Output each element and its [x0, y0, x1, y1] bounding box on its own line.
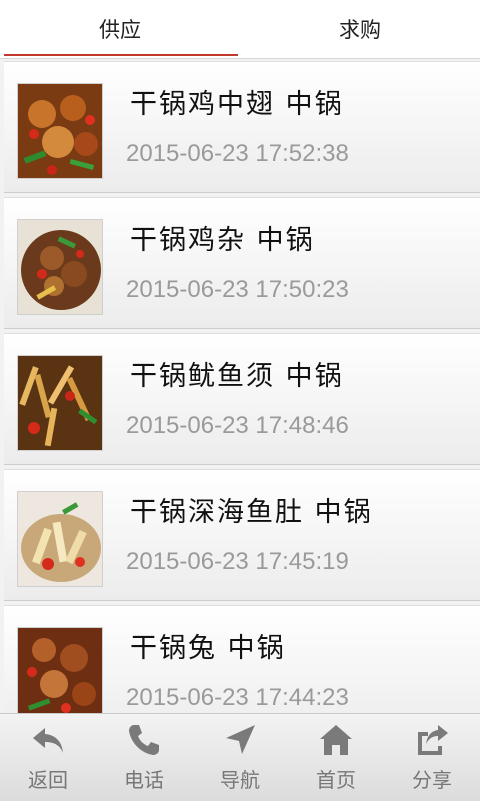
nav-home-label: 首页	[316, 768, 356, 792]
nav-phone-button[interactable]: 电话	[96, 714, 192, 801]
nav-navigation-label: 导航	[220, 768, 260, 792]
navigation-icon	[226, 725, 255, 754]
nav-share-button[interactable]: 分享	[384, 714, 480, 801]
nav-home-button[interactable]: 首页	[288, 714, 384, 801]
food-thumbnail	[17, 83, 103, 179]
item-title: 干锅鸡中翅 中锅	[130, 89, 344, 120]
tab-purchase[interactable]: 求购	[240, 0, 480, 58]
phone-icon	[129, 725, 159, 755]
food-thumbnail	[17, 491, 103, 587]
item-date: 2015-06-23 17:44:23	[126, 684, 349, 711]
nav-share-label: 分享	[412, 768, 452, 792]
home-icon	[320, 725, 352, 755]
list-item[interactable]: 干锅兔 中锅 2015-06-23 17:44:23	[4, 605, 480, 713]
item-date: 2015-06-23 17:50:23	[126, 276, 349, 303]
food-thumbnail	[17, 627, 103, 713]
list-item[interactable]: 干锅鸡杂 中锅 2015-06-23 17:50:23	[4, 197, 480, 329]
nav-back-label: 返回	[28, 768, 68, 792]
tab-supply[interactable]: 供应	[0, 0, 240, 58]
item-title: 干锅鱿鱼须 中锅	[130, 361, 344, 392]
product-list[interactable]: 干锅鸡中翅 中锅 2015-06-23 17:52:38 干锅鸡杂 中锅 201…	[0, 61, 480, 713]
item-title: 干锅兔 中锅	[130, 633, 286, 664]
back-icon	[33, 728, 63, 753]
item-date: 2015-06-23 17:45:19	[126, 548, 349, 575]
bottom-nav-bar: 返回 电话 导航 首页 分享	[0, 713, 480, 801]
item-date: 2015-06-23 17:48:46	[126, 412, 349, 439]
share-icon	[418, 725, 448, 755]
item-title: 干锅深海鱼肚 中锅	[130, 497, 373, 528]
list-item[interactable]: 干锅鱿鱼须 中锅 2015-06-23 17:48:46	[4, 333, 480, 465]
food-thumbnail	[17, 355, 103, 451]
nav-navigation-button[interactable]: 导航	[192, 714, 288, 801]
list-item[interactable]: 干锅鸡中翅 中锅 2015-06-23 17:52:38	[4, 61, 480, 193]
nav-phone-label: 电话	[124, 768, 164, 792]
food-thumbnail	[17, 219, 103, 315]
item-title: 干锅鸡杂 中锅	[130, 225, 315, 256]
tab-bar: 供应 求购	[0, 0, 480, 59]
list-item[interactable]: 干锅深海鱼肚 中锅 2015-06-23 17:45:19	[4, 469, 480, 601]
item-date: 2015-06-23 17:52:38	[126, 140, 349, 167]
nav-back-button[interactable]: 返回	[0, 714, 96, 801]
